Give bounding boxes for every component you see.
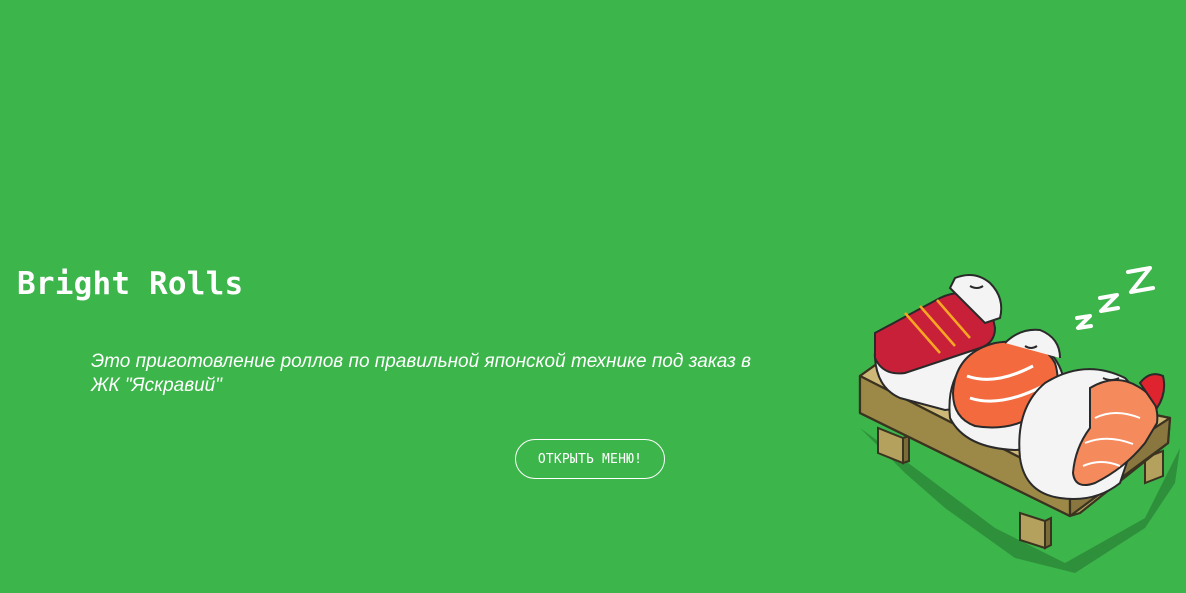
sleeping-sushi-icon xyxy=(845,258,1186,593)
brand-title: Bright Rolls xyxy=(17,266,244,302)
hero-tagline: Это приготовление роллов по правильной я… xyxy=(91,351,751,396)
open-menu-button[interactable]: ОТКРЫТЬ МЕНЮ! xyxy=(515,439,665,479)
zzz-icon xyxy=(1075,266,1155,330)
hero-section: Bright Rolls Это приготовление роллов по… xyxy=(0,0,1186,593)
shrimp-nigiri xyxy=(1018,368,1166,500)
open-menu-button-label: ОТКРЫТЬ МЕНЮ! xyxy=(537,451,643,467)
